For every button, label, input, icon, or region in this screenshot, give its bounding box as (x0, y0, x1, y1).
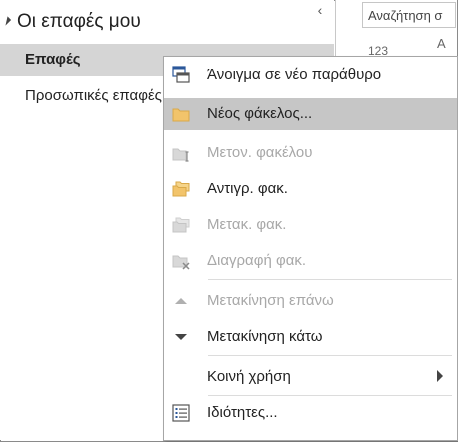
menu-item-new-folder-label: Νέος φάκελος... (207, 105, 313, 122)
contact-list-letter: Α (437, 36, 446, 51)
menu-item-move-down[interactable]: Μετακίνηση κάτω (164, 321, 457, 353)
menu-item-move-up-label: Μετακίνηση επάνω (207, 292, 334, 309)
move-up-icon (175, 298, 187, 304)
menu-separator (208, 395, 452, 396)
collapse-pane-chevron-icon[interactable]: ‹ (314, 2, 326, 18)
menu-item-rename-folder[interactable]: Μετον. φακέλου (164, 137, 457, 169)
rename-folder-icon (172, 148, 189, 162)
menu-item-share[interactable]: Κοινή χρήση (164, 361, 457, 393)
menu-item-move-up[interactable]: Μετακίνηση επάνω (164, 285, 457, 317)
my-contacts-header[interactable]: Οι επαφές μου (0, 0, 334, 44)
menu-item-open-new-window-label: Άνοιγμα σε νέο παράθυρο (207, 66, 382, 83)
delete-folder-icon (172, 255, 190, 270)
move-down-icon (175, 334, 187, 340)
nav-item-contacts-label: Επαφές (25, 51, 81, 68)
menu-item-properties[interactable]: Ιδιότητες... (164, 397, 457, 429)
menu-item-delete-folder[interactable]: Διαγραφή φακ. (164, 245, 457, 277)
menu-item-new-folder[interactable]: Νέος φάκελος... (164, 98, 457, 130)
open-window-icon (172, 66, 190, 83)
menu-item-move-down-label: Μετακίνηση κάτω (207, 328, 323, 345)
move-folder-icon (172, 217, 190, 233)
menu-item-copy-folder-label: Αντιγρ. φακ. (207, 180, 288, 197)
menu-item-open-new-window[interactable]: Άνοιγμα σε νέο παράθυρο (164, 59, 457, 91)
menu-separator (208, 355, 452, 356)
submenu-arrow-icon (437, 370, 443, 382)
menu-item-copy-folder[interactable]: Αντιγρ. φακ. (164, 173, 457, 205)
folder-context-menu: Άνοιγμα σε νέο παράθυρο Νέος φάκελος... … (163, 56, 458, 441)
properties-icon (172, 404, 190, 422)
menu-item-move-folder[interactable]: Μετακ. φακ. (164, 209, 457, 241)
nav-item-personal-contacts-label: Προσωπικές επαφές (25, 87, 162, 104)
new-folder-icon (172, 108, 190, 122)
menu-item-move-folder-label: Μετακ. φακ. (207, 216, 287, 233)
search-input[interactable]: Αναζήτηση σ (362, 2, 456, 28)
my-contacts-title: Οι επαφές μου (17, 11, 141, 32)
expand-caret-icon[interactable] (1, 16, 12, 26)
search-placeholder: Αναζήτηση σ (368, 8, 443, 23)
copy-folder-icon (172, 181, 190, 197)
menu-item-delete-folder-label: Διαγραφή φακ. (207, 252, 307, 269)
menu-item-share-label: Κοινή χρήση (207, 368, 291, 385)
menu-separator (208, 279, 452, 280)
menu-item-rename-folder-label: Μετον. φακέλου (207, 144, 313, 161)
menu-item-properties-label: Ιδιότητες... (207, 404, 278, 421)
